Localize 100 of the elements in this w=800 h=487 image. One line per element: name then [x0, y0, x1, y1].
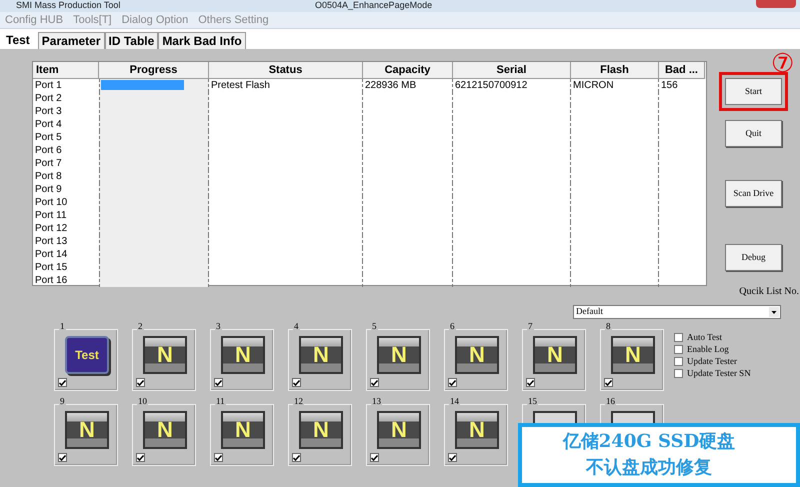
check-icon: [449, 380, 456, 386]
annotation-number: ⑦: [771, 51, 794, 77]
table-cell-text: Port 12: [34, 222, 68, 235]
option-label: Update Tester: [687, 356, 737, 366]
option-checkbox[interactable]: [674, 368, 683, 378]
window-title: SMI Mass Production Tool: [16, 0, 120, 11]
port-number: 16: [605, 397, 616, 406]
tab[interactable]: Mark Bad Info: [158, 32, 246, 49]
port-checkbox[interactable]: [604, 378, 613, 387]
caption-text: 不认盘成功修复: [586, 456, 712, 480]
port-number: 10: [137, 397, 148, 406]
check-icon: [527, 380, 534, 386]
option-checkbox[interactable]: [674, 344, 683, 354]
option-checkbox[interactable]: [674, 332, 683, 342]
drive-tile: N: [221, 411, 265, 449]
port-number: 13: [371, 397, 382, 406]
option-checkbox[interactable]: [674, 356, 683, 366]
table-cell-text: Port 13: [34, 235, 68, 248]
port-number: 7: [527, 322, 534, 331]
port-number: 8: [605, 322, 612, 331]
column-header[interactable]: Serial: [453, 62, 571, 79]
drive-tile: N: [533, 336, 577, 374]
column-header[interactable]: Status: [209, 62, 363, 79]
action-button[interactable]: Quit: [725, 120, 782, 147]
drive-tile: N: [455, 336, 499, 374]
port-checkbox[interactable]: [214, 378, 223, 387]
action-button[interactable]: Scan Drive: [725, 180, 782, 207]
table-cell-text: Port 3: [34, 105, 63, 118]
table-cell-text: Port 5: [34, 131, 63, 144]
check-icon: [137, 454, 144, 460]
check-icon: [605, 380, 612, 386]
quick-list-dropdown[interactable]: Default: [573, 305, 781, 319]
column-header[interactable]: Flash: [571, 62, 659, 79]
tab[interactable]: Parameter: [38, 32, 105, 49]
table-cell-text: Port 8: [34, 170, 63, 183]
drive-tile: N: [455, 411, 499, 449]
port-checkbox[interactable]: [370, 453, 379, 462]
drive-tile: N: [299, 336, 343, 374]
table-cell-text: Port 6: [34, 144, 63, 157]
option-label: Update Tester SN: [687, 368, 751, 378]
port-checkbox[interactable]: [136, 378, 145, 387]
option-label: Auto Test: [687, 332, 722, 342]
table-cell-text: Port 14: [34, 248, 68, 261]
check-icon: [215, 380, 222, 386]
tab[interactable]: ID Table: [104, 32, 158, 49]
table-cell-text: Port 2: [34, 92, 63, 105]
port-checkbox[interactable]: [136, 453, 145, 462]
table-cell-text: Port 1: [34, 79, 63, 92]
drive-tile: N: [611, 336, 655, 374]
port-checkbox[interactable]: [214, 453, 223, 462]
column-header[interactable]: Bad ...: [659, 62, 705, 79]
check-icon: [59, 380, 66, 386]
table-cell-text: Port 16: [34, 274, 68, 287]
port-checkbox[interactable]: [292, 378, 301, 387]
table-cell-text: Port 4: [34, 118, 63, 131]
port-number: 3: [215, 322, 222, 331]
port-number: 11: [215, 397, 226, 406]
port-checkbox[interactable]: [448, 378, 457, 387]
check-icon: [137, 380, 144, 386]
table-cell-text: Port 7: [34, 157, 63, 170]
port-checkbox[interactable]: [58, 453, 67, 462]
check-icon: [59, 454, 66, 460]
drive-tile: N: [65, 411, 109, 449]
port-number: 1: [59, 322, 66, 331]
table-cell-text: Port 10: [34, 196, 68, 209]
check-icon: [293, 454, 300, 460]
action-button[interactable]: Debug: [725, 244, 782, 271]
table-cell-text: Port 9: [34, 183, 63, 196]
port-number: 14: [449, 397, 460, 406]
drive-tile: N: [377, 411, 421, 449]
column-header[interactable]: Item: [33, 62, 99, 79]
check-icon: [371, 454, 378, 460]
port-number: 9: [59, 397, 66, 406]
port-number: 12: [293, 397, 304, 406]
check-icon: [215, 454, 222, 460]
port-checkbox[interactable]: [58, 378, 67, 387]
table-cell: Pretest Flash: [209, 79, 363, 92]
port-number: 2: [137, 322, 144, 331]
check-icon: [293, 380, 300, 386]
drive-tile: N: [221, 336, 265, 374]
port-checkbox[interactable]: [292, 453, 301, 462]
document-title: O0504A_EnhancePageMode: [315, 0, 432, 11]
port-checkbox[interactable]: [370, 378, 379, 387]
quick-list-label: Qucik List No.: [739, 285, 799, 299]
check-icon: [371, 380, 378, 386]
port-number: 5: [371, 322, 378, 331]
drive-tile: N: [299, 411, 343, 449]
test-badge: Test: [65, 336, 109, 374]
port-number: 4: [293, 322, 300, 331]
drive-tile: N: [143, 411, 187, 449]
option-label: Enable Log: [687, 344, 729, 354]
table-cell: 228936 MB: [363, 79, 453, 92]
column-header[interactable]: Capacity: [363, 62, 453, 79]
port-checkbox[interactable]: [448, 453, 457, 462]
check-icon: [449, 454, 456, 460]
table-cell-text: Port 11: [34, 209, 68, 222]
table-cell: 6212150700912: [453, 79, 571, 92]
port-number: 6: [449, 322, 456, 331]
port-checkbox[interactable]: [526, 378, 535, 387]
drive-tile: N: [377, 336, 421, 374]
